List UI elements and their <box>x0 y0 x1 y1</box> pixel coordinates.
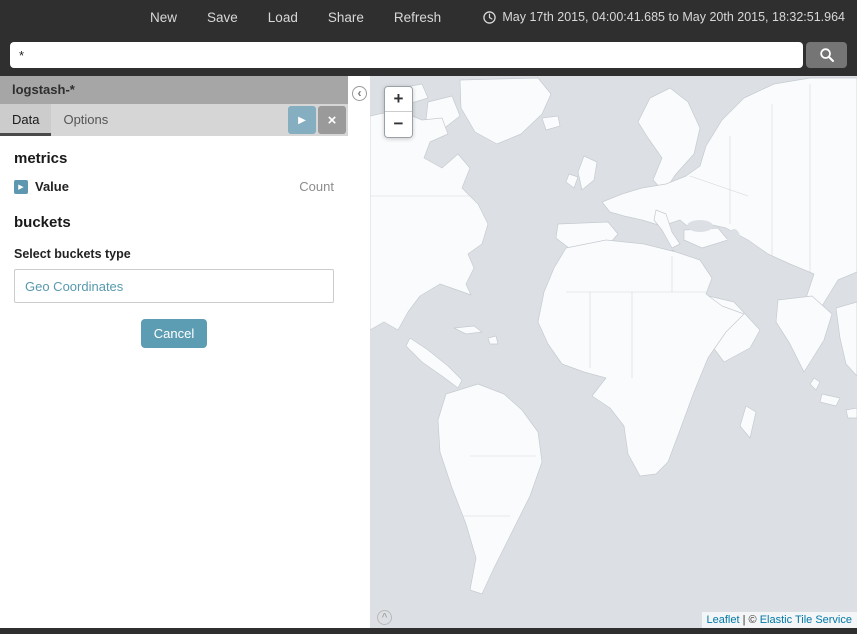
bucket-type-label: Select buckets type <box>14 247 334 261</box>
metric-label: Value <box>35 179 69 194</box>
clock-icon <box>483 11 496 24</box>
close-icon: × <box>328 112 337 129</box>
metric-row[interactable]: ▶ Value Count <box>14 173 334 200</box>
chevron-left-icon: ‹ <box>358 86 362 100</box>
play-icon: ▶ <box>298 115 306 126</box>
bucket-option-geo-coordinates[interactable]: Geo Coordinates <box>25 279 123 294</box>
search-bar <box>0 34 857 76</box>
tab-data[interactable]: Data <box>0 104 51 136</box>
vis-editor-sidebar: logstash-* Data Options ▶ × metrics ▶ <box>0 76 348 628</box>
collapse-sidebar-button[interactable]: ‹ <box>352 86 367 101</box>
time-range-text: May 17th 2015, 04:00:41.685 to May 20th … <box>502 10 845 24</box>
discard-changes-button[interactable]: × <box>318 106 346 134</box>
cancel-button[interactable]: Cancel <box>141 319 207 348</box>
editor-tabs: Data Options ▶ × <box>0 104 348 136</box>
elastic-tile-service-link[interactable]: Elastic Tile Service <box>760 614 852 626</box>
sidebar-gutter: ‹ <box>348 76 370 628</box>
save-button[interactable]: Save <box>207 10 238 25</box>
share-button[interactable]: Share <box>328 10 364 25</box>
leaflet-link[interactable]: Leaflet <box>707 614 740 626</box>
apply-changes-button[interactable]: ▶ <box>288 106 316 134</box>
editor-actions: ▶ × <box>288 104 348 136</box>
bucket-type-select[interactable]: Geo Coordinates <box>14 269 334 303</box>
cancel-wrap: Cancel <box>14 319 334 348</box>
buckets-heading: buckets <box>14 214 334 231</box>
map-attribution: Leaflet | © Elastic Tile Service <box>702 612 857 628</box>
attribution-separator: | © <box>740 614 760 626</box>
editor-body: metrics ▶ Value Count buckets Select buc… <box>0 136 348 348</box>
spy-panel-toggle[interactable]: ^ <box>377 610 392 625</box>
time-picker[interactable]: May 17th 2015, 04:00:41.685 to May 20th … <box>483 10 845 24</box>
main-content: logstash-* Data Options ▶ × metrics ▶ <box>0 76 857 628</box>
map-zoom-control: + − <box>384 86 413 138</box>
metrics-heading: metrics <box>14 150 334 167</box>
search-button[interactable] <box>806 42 847 68</box>
search-icon <box>819 47 835 63</box>
index-pattern-header: logstash-* <box>0 76 348 104</box>
zoom-out-button[interactable]: − <box>385 112 412 137</box>
expand-metric-button[interactable]: ▶ <box>14 180 28 194</box>
zoom-in-button[interactable]: + <box>385 87 412 112</box>
new-button[interactable]: New <box>150 10 177 25</box>
bottom-bar <box>0 628 857 634</box>
search-input[interactable] <box>10 42 803 68</box>
tile-map[interactable]: + − ^ Leaflet | © Elastic Tile Service <box>370 76 857 628</box>
chevron-right-icon: ▶ <box>18 183 23 191</box>
chevron-up-icon: ^ <box>382 612 388 623</box>
load-button[interactable]: Load <box>268 10 298 25</box>
world-map <box>370 76 857 628</box>
tab-options[interactable]: Options <box>51 104 120 136</box>
top-navbar: New Save Load Share Refresh May 17th 201… <box>0 0 857 34</box>
metric-agg-value: Count <box>299 179 334 194</box>
refresh-button[interactable]: Refresh <box>394 10 441 25</box>
kibana-visualize-app: New Save Load Share Refresh May 17th 201… <box>0 0 857 634</box>
